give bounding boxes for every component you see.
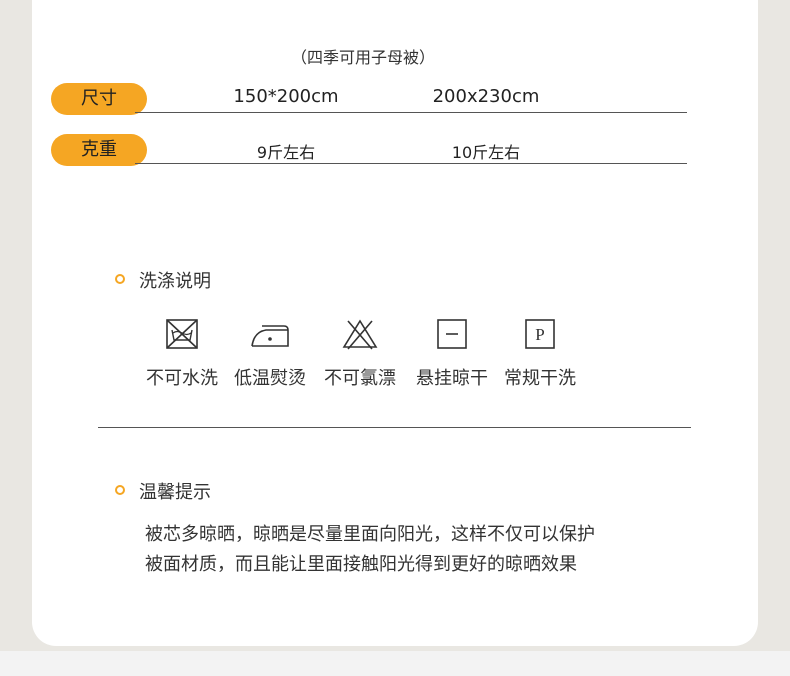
care-label: 常规干洗 [504,368,576,389]
spec-value: 10斤左右 [451,143,521,162]
care-label: 不可氯漂 [324,368,396,389]
dry-clean-letter: P [535,325,544,344]
low-iron-icon [251,325,289,347]
care-item-dry-clean: P 常规干洗 [490,318,590,390]
no-machine-wash-icon [166,319,198,349]
care-label: 悬挂晾干 [416,368,488,389]
spec-value: 9斤左右 [256,143,316,162]
tips-section-title: 温馨提示 [139,482,211,503]
care-item-no-bleach: 不可氯漂 [310,318,410,390]
care-item-line-dry: 悬挂晾干 [402,318,502,390]
care-item-no-wash: 不可水洗 [132,318,232,390]
bullet-circle-icon [115,274,125,284]
spec-row-weight: 克重 9斤左右 10斤左右 [0,134,790,166]
tip-text-line: 被面材质，而且能让里面接触阳光得到更好的晾晒效果 [145,554,577,575]
spec-row-size: 尺寸 150*200cm 200x230cm [0,83,790,115]
tips-section-header: 温馨提示 [0,478,790,503]
spec-label: 克重 [51,134,147,166]
care-label: 不可水洗 [146,368,218,389]
page-bottom-strip [0,651,790,676]
spec-value: 150*200cm [233,86,339,107]
care-item-low-iron: 低温熨烫 [220,318,320,390]
care-label: 低温熨烫 [234,368,306,389]
dry-clean-icon: P [525,319,555,349]
no-bleach-icon [342,319,378,350]
spec-underline [135,163,687,164]
care-section-header: 洗涤说明 [0,267,790,292]
spec-underline [135,112,687,113]
care-section-title: 洗涤说明 [139,271,211,292]
bullet-circle-icon [115,485,125,495]
section-divider [98,427,691,428]
product-subtitle: （四季可用子母被） [290,48,435,67]
tip-text-line: 被芯多晾晒，晾晒是尽量里面向阳光，这样不仅可以保护 [145,524,595,545]
spec-value: 200x230cm [432,86,540,107]
spec-label: 尺寸 [51,83,147,115]
line-dry-icon [437,319,467,349]
